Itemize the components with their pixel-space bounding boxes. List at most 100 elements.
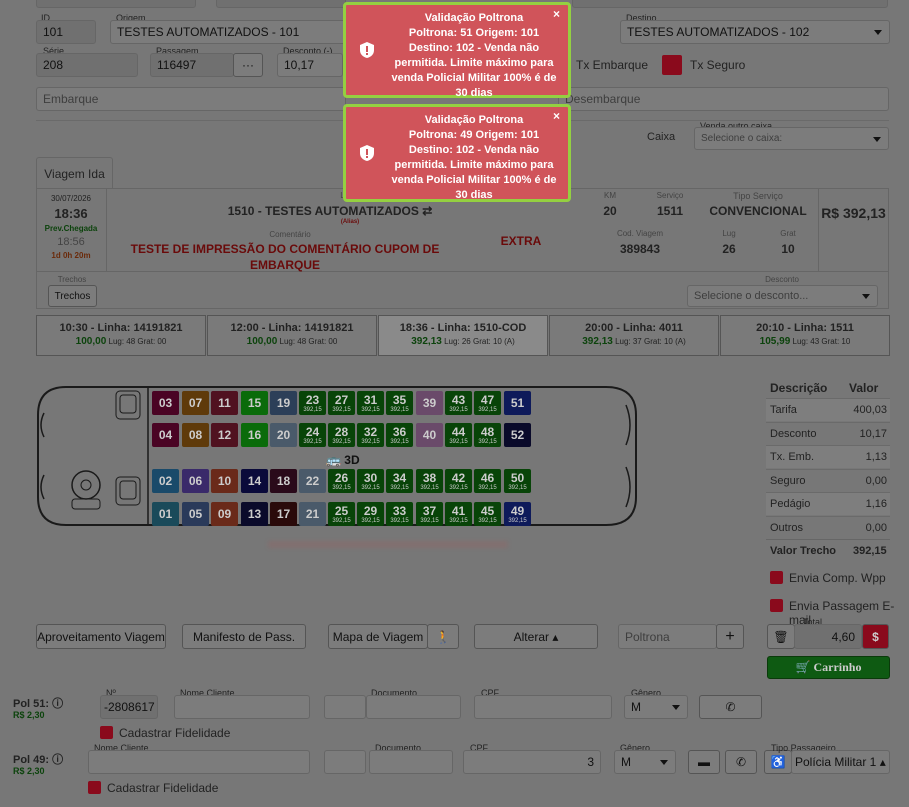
info-icon[interactable]: ⓘ [52, 754, 63, 766]
seat-17[interactable]: 17 [270, 502, 297, 526]
seat-01[interactable]: 01 [152, 502, 179, 526]
walk-icon[interactable]: 🚶 [427, 624, 459, 649]
desembarque-input[interactable]: Desembarque [558, 87, 889, 111]
schedule-option[interactable]: 18:36 - Linha: 1510-COD 392,13 Lug: 26 Gr… [378, 315, 548, 356]
genero-select[interactable]: M [624, 695, 688, 719]
seat-46[interactable]: 46 392,15 [474, 469, 501, 493]
seat-31[interactable]: 31 392,15 [357, 391, 384, 415]
3d-view-toggle[interactable]: 🚌 3D [326, 453, 360, 467]
close-icon[interactable]: × [553, 7, 560, 22]
seat-12[interactable]: 12 [211, 423, 238, 447]
envia-email-checkbox[interactable] [770, 599, 783, 612]
accessibility-icon[interactable]: ♿ [764, 750, 792, 774]
seat-34[interactable]: 34 392,15 [386, 469, 413, 493]
trechos-button[interactable]: Trechos [48, 285, 97, 307]
nome-cliente-field[interactable] [174, 695, 310, 719]
documento-field[interactable] [369, 750, 453, 774]
seat-13[interactable]: 13 [241, 502, 268, 526]
carrinho-button[interactable]: 🛒 Carrinho [767, 656, 890, 679]
seat-06[interactable]: 06 [182, 469, 209, 493]
card-icon[interactable]: ▬ [688, 750, 720, 774]
schedule-option[interactable]: 20:00 - Linha: 4011 392,13 Lug: 37 Grat: … [549, 315, 719, 356]
trip-desconto-select[interactable]: Selecione o desconto... [687, 285, 878, 307]
fidelidade-51-checkbox[interactable] [100, 726, 113, 739]
seat-49[interactable]: 49 392,15 [504, 502, 531, 526]
seat-48[interactable]: 48 392,15 [474, 423, 501, 447]
seat-07[interactable]: 07 [182, 391, 209, 415]
seat-24[interactable]: 24 392,15 [299, 423, 326, 447]
seat-26[interactable]: 26 392,15 [328, 469, 355, 493]
seat-22[interactable]: 22 [299, 469, 326, 493]
seat-50[interactable]: 50 392,15 [504, 469, 531, 493]
seat-11[interactable]: 11 [211, 391, 238, 415]
embarque-input[interactable]: Embarque [36, 87, 346, 111]
seat-36[interactable]: 36 392,15 [386, 423, 413, 447]
seat-25[interactable]: 25 392,15 [328, 502, 355, 526]
seat-52[interactable]: 52 [504, 423, 531, 447]
doc-type-select[interactable] [324, 750, 366, 774]
seat-51[interactable]: 51 [504, 391, 531, 415]
seat-23[interactable]: 23 392,15 [299, 391, 326, 415]
seat-03[interactable]: 03 [152, 391, 179, 415]
genero-select[interactable]: M [614, 750, 676, 774]
seat-02[interactable]: 02 [152, 469, 179, 493]
tx-seguro-checkbox[interactable] [662, 55, 682, 75]
seat-28[interactable]: 28 392,15 [328, 423, 355, 447]
seat-43[interactable]: 43 392,15 [445, 391, 472, 415]
seat-45[interactable]: 45 392,15 [474, 502, 501, 526]
aproveitamento-button[interactable]: Aproveitamento Viagem [36, 624, 166, 649]
alterar-dropdown[interactable]: Alterar ▴ [474, 624, 598, 649]
seat-35[interactable]: 35 392,15 [386, 391, 413, 415]
doc-type-select[interactable] [324, 695, 366, 719]
nome-cliente-field[interactable] [88, 750, 310, 774]
fidelidade-49-checkbox[interactable] [88, 781, 101, 794]
seat-33[interactable]: 33 392,15 [386, 502, 413, 526]
manifesto-button[interactable]: Manifesto de Pass. [182, 624, 306, 649]
documento-field[interactable] [366, 695, 461, 719]
seat-15[interactable]: 15 [241, 391, 268, 415]
close-icon[interactable]: × [553, 109, 560, 124]
seat-05[interactable]: 05 [182, 502, 209, 526]
cpf-field[interactable] [474, 695, 612, 719]
trash-icon[interactable]: 🗑 [767, 624, 795, 649]
seat-44[interactable]: 44 392,15 [445, 423, 472, 447]
info-icon[interactable]: ⓘ [52, 698, 63, 710]
seat-30[interactable]: 30 392,15 [357, 469, 384, 493]
schedule-option[interactable]: 20:10 - Linha: 1511 105,99 Lug: 43 Grat: … [720, 315, 890, 356]
cpf-field[interactable]: 3 [463, 750, 601, 774]
mapa-viagem-button[interactable]: Mapa de Viagem [328, 624, 428, 649]
seat-10[interactable]: 10 [211, 469, 238, 493]
seat-09[interactable]: 09 [211, 502, 238, 526]
seat-32[interactable]: 32 392,15 [357, 423, 384, 447]
schedule-option[interactable]: 10:30 - Linha: 14191821 100,00 Lug: 48 Gr… [36, 315, 206, 356]
add-poltrona-button[interactable]: + [716, 624, 744, 649]
destino-select[interactable]: TESTES AUTOMATIZADOS - 102 [620, 20, 890, 44]
envia-wpp-checkbox[interactable] [770, 571, 783, 584]
seat-40[interactable]: 40 [416, 423, 443, 447]
seat-39[interactable]: 39 [416, 391, 443, 415]
poltrona-input[interactable]: Poltrona [618, 624, 717, 649]
phone-icon[interactable]: ✆ [725, 750, 757, 774]
seat-04[interactable]: 04 [152, 423, 179, 447]
caixa-select[interactable]: Selecione o caixa: [694, 127, 889, 150]
seat-41[interactable]: 41 392,15 [445, 502, 472, 526]
refresh-icon[interactable]: ⇄ [422, 204, 432, 218]
seat-21[interactable]: 21 [299, 502, 326, 526]
seat-38[interactable]: 38 392,15 [416, 469, 443, 493]
seat-14[interactable]: 14 [241, 469, 268, 493]
desconto-field[interactable]: 10,17 [277, 53, 343, 77]
seat-20[interactable]: 20 [270, 423, 297, 447]
seat-47[interactable]: 47 392,15 [474, 391, 501, 415]
seat-19[interactable]: 19 [270, 391, 297, 415]
phone-icon[interactable]: ✆ [699, 695, 762, 719]
dollar-icon[interactable]: $ [862, 624, 889, 649]
seat-37[interactable]: 37 392,15 [416, 502, 443, 526]
seat-27[interactable]: 27 392,15 [328, 391, 355, 415]
passagem-more-button[interactable]: ··· [233, 53, 263, 77]
tipo-passageiro-select[interactable]: Polícia Militar 1 ▴ [791, 750, 890, 774]
origem-select[interactable]: TESTES AUTOMATIZADOS - 101 [110, 20, 380, 44]
seat-16[interactable]: 16 [241, 423, 268, 447]
seat-29[interactable]: 29 392,15 [357, 502, 384, 526]
schedule-option[interactable]: 12:00 - Linha: 14191821 100,00 Lug: 48 Gr… [207, 315, 377, 356]
tab-viagem-ida[interactable]: Viagem Ida [36, 157, 113, 189]
